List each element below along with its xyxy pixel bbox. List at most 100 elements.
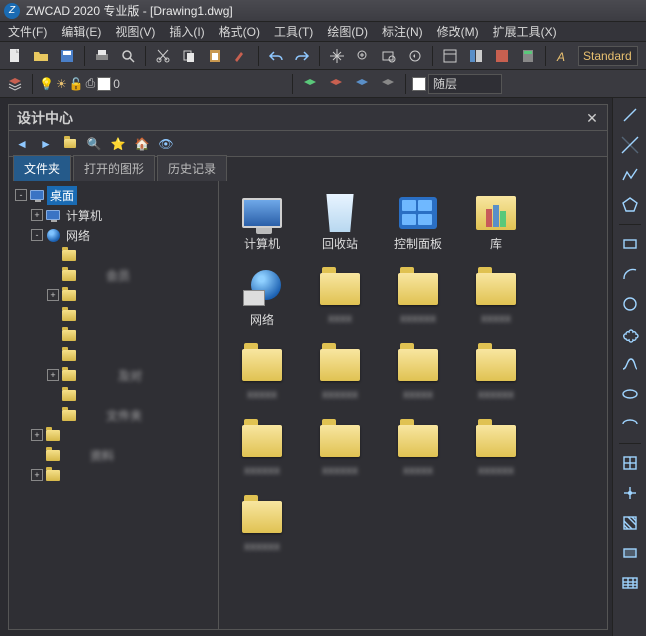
thumb-item[interactable]: xxxxxx [223,493,301,569]
preview-toggle-icon[interactable]: 👁 [157,135,175,153]
designcenter-icon[interactable] [465,45,487,67]
thumbnail-pane[interactable]: 计算机回收站控制面板库网络xxxxxxxxxxxxxxxxxxxxxxxxxxx… [219,181,607,629]
layer-frz-icon[interactable] [351,73,373,95]
tree-node[interactable]: +计算机 [11,205,216,225]
expand-icon[interactable]: + [47,369,59,381]
expand-icon[interactable]: + [31,469,43,481]
polygon-tool-icon[interactable] [619,194,641,216]
menu-item[interactable]: 编辑(E) [55,21,107,42]
tree-node[interactable]: -网络 [11,225,216,245]
thumb-item[interactable]: xxxxx [379,341,457,417]
thumb-item[interactable]: xxxxx [379,417,457,493]
menu-item[interactable]: 文件(F) [2,21,53,42]
menu-item[interactable]: 工具(T) [268,21,319,42]
undo-icon[interactable] [265,45,287,67]
tree-node[interactable] [11,245,216,265]
point-tool-icon[interactable] [619,482,641,504]
pan-icon[interactable] [326,45,348,67]
layer-prev-icon[interactable] [299,73,321,95]
thumb-item[interactable]: xxxxxx [223,417,301,493]
expand-icon[interactable]: + [47,289,59,301]
up-icon[interactable] [61,135,79,153]
bylayer-color-combo[interactable]: 随层 [412,74,502,94]
print-icon[interactable] [91,45,113,67]
thumb-item[interactable]: 回收站 [301,189,379,265]
thumb-item[interactable]: xxxxxx [301,417,379,493]
thumb-item[interactable]: 计算机 [223,189,301,265]
fwd-icon[interactable]: ► [37,135,55,153]
copy-icon[interactable] [178,45,200,67]
folder-tree[interactable]: -桌面+计算机-网络 会员+ + 及对 文件夹+ 资料+ [9,181,219,629]
rect-tool-icon[interactable] [619,233,641,255]
revcloud-tool-icon[interactable] [619,323,641,345]
menu-item[interactable]: 视图(V) [109,21,161,42]
thumb-item[interactable]: xxxxxx [379,265,457,341]
tree-node[interactable]: + [11,465,216,485]
search-icon[interactable]: 🔍 [85,135,103,153]
paste-icon[interactable] [204,45,226,67]
spline-tool-icon[interactable] [619,353,641,375]
tree-node[interactable] [11,385,216,405]
ellipse-tool-icon[interactable] [619,383,641,405]
thumb-item[interactable]: xxxxx [223,341,301,417]
toolpal-icon[interactable] [491,45,513,67]
expand-icon[interactable]: - [15,189,27,201]
arc-tool-icon[interactable] [619,263,641,285]
tree-node[interactable]: 资料 [11,445,216,465]
thumb-item[interactable]: 控制面板 [379,189,457,265]
panel-tab[interactable]: 打开的图形 [73,155,155,181]
save-icon[interactable] [56,45,78,67]
close-icon[interactable]: ✕ [583,109,601,127]
home-icon[interactable]: 🏠 [133,135,151,153]
layer-mgr-icon[interactable] [4,73,26,95]
thumb-item[interactable]: xxxxxx [457,341,535,417]
thumb-item[interactable]: 库 [457,189,535,265]
tree-node[interactable] [11,345,216,365]
expand-icon[interactable]: + [31,209,43,221]
open-icon[interactable] [30,45,52,67]
line-tool-icon[interactable] [619,104,641,126]
fav-icon[interactable]: ⭐ [109,135,127,153]
block-tool-icon[interactable] [619,452,641,474]
tree-node[interactable]: -桌面 [11,185,216,205]
pline-tool-icon[interactable] [619,164,641,186]
textstyle-combo[interactable]: Standard [578,46,638,66]
thumb-item[interactable]: xxxxxx [301,341,379,417]
preview-icon[interactable] [117,45,139,67]
tree-node[interactable]: + 及对 [11,365,216,385]
thumb-item[interactable]: xxxxxx [457,417,535,493]
textstyle-icon[interactable]: A [552,45,574,67]
tree-node[interactable] [11,305,216,325]
table-tool-icon[interactable] [619,572,641,594]
menu-item[interactable]: 插入(I) [163,21,210,42]
match-icon[interactable] [230,45,252,67]
menu-item[interactable]: 修改(M) [431,21,485,42]
thumb-item[interactable]: xxxx [301,265,379,341]
layer-off-icon[interactable] [377,73,399,95]
tree-node[interactable]: + [11,425,216,445]
hatch-tool-icon[interactable] [619,512,641,534]
ellipsearc-tool-icon[interactable] [619,413,641,435]
calc-icon[interactable] [517,45,539,67]
menu-item[interactable]: 扩展工具(X) [487,21,563,42]
panel-tab[interactable]: 文件夹 [13,155,71,181]
layer-iso-icon[interactable] [325,73,347,95]
menu-item[interactable]: 标注(N) [376,21,429,42]
thumb-item[interactable]: 网络 [223,265,301,341]
zoom-win-icon[interactable] [378,45,400,67]
new-icon[interactable] [4,45,26,67]
menu-item[interactable]: 绘图(D) [321,21,374,42]
props-icon[interactable] [439,45,461,67]
cut-icon[interactable] [152,45,174,67]
tree-node[interactable] [11,325,216,345]
zoom-rt-icon[interactable] [352,45,374,67]
back-icon[interactable]: ◄ [13,135,31,153]
tree-node[interactable]: + [11,285,216,305]
layer-combo[interactable]: 💡 ☀ 🔓 ⎙ 0 [39,76,122,91]
region-tool-icon[interactable] [619,542,641,564]
expand-icon[interactable]: + [31,429,43,441]
expand-icon[interactable]: - [31,229,43,241]
thumb-item[interactable]: xxxxx [457,265,535,341]
panel-tab[interactable]: 历史记录 [157,155,227,181]
zoom-prev-icon[interactable] [404,45,426,67]
